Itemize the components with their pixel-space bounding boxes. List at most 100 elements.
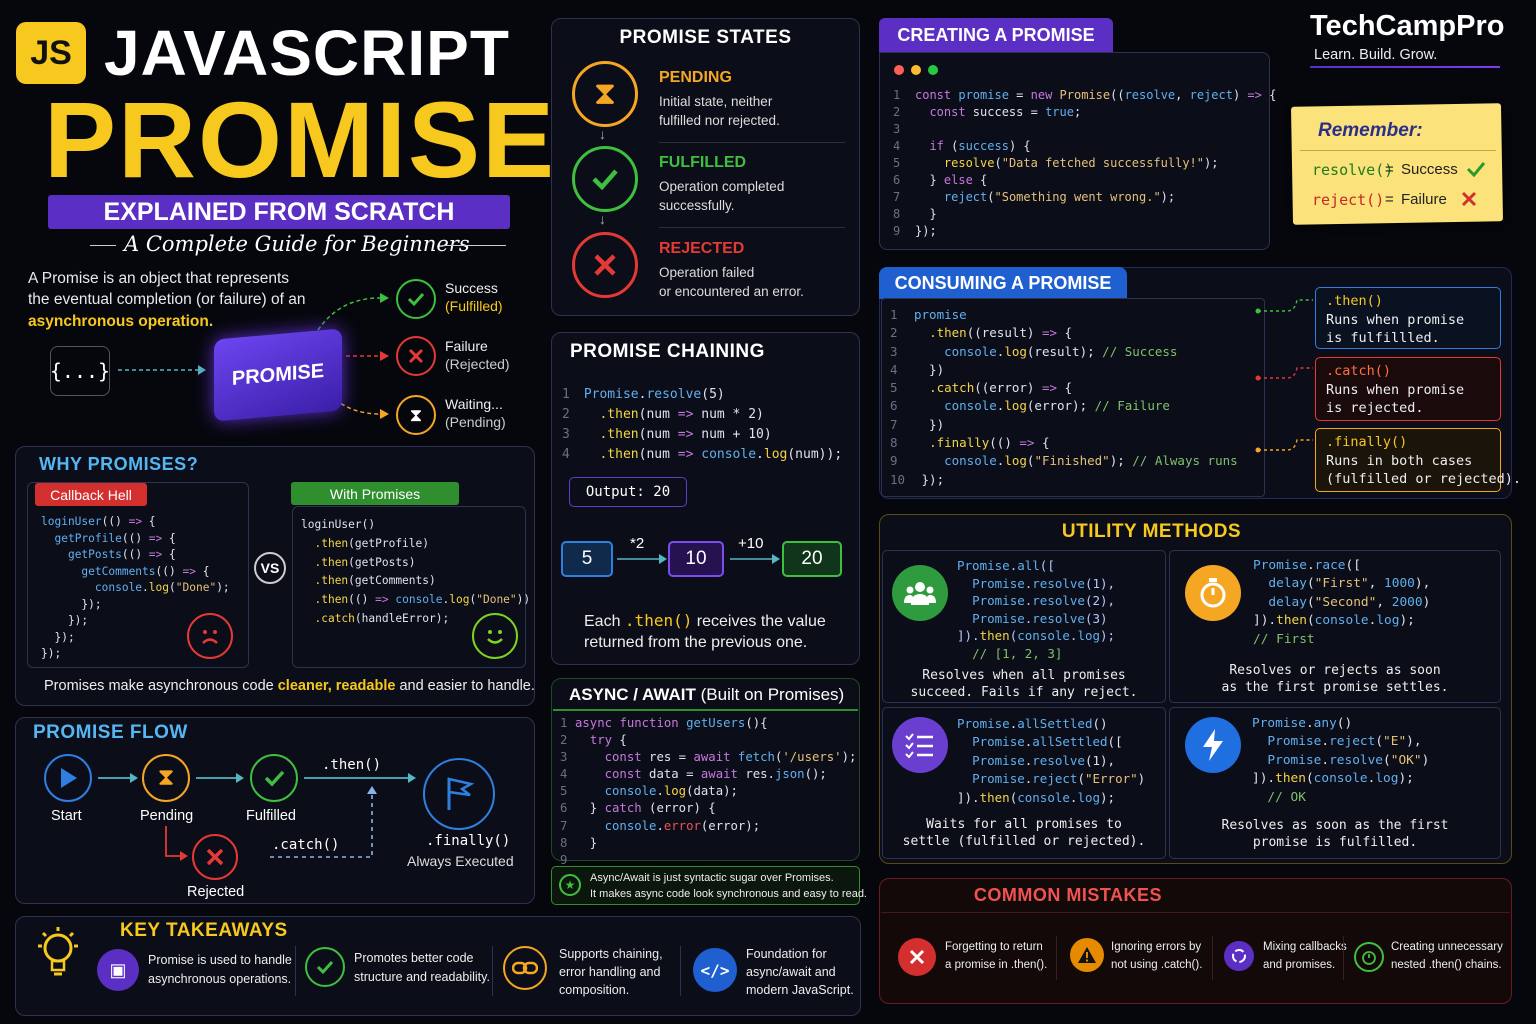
outcome-success: Success	[445, 280, 498, 296]
creating-title: CREATING A PROMISE	[879, 18, 1113, 52]
divider	[680, 946, 681, 996]
util-allsettled-desc2: settle (fulfilled or rejected).	[902, 834, 1146, 849]
callback-hell-label: Callback Hell	[35, 483, 147, 506]
timer-icon	[1354, 942, 1384, 972]
util-any-desc2: promise is fulfilled.	[1252, 835, 1418, 850]
takeaway-3-l3: composition.	[559, 983, 630, 997]
promise-cube-icon: ▣	[97, 949, 139, 991]
state-pending-name: PENDING	[659, 69, 732, 86]
check-circle-icon	[305, 947, 345, 987]
util-all-code: Promise.all([ Promise.resolve(1), Promis…	[957, 558, 1116, 661]
chaining-note-2: returned from the previous one.	[584, 634, 808, 651]
takeaway-3-l2: error handling and	[559, 965, 661, 979]
chaining-note-code: .then()	[624, 611, 693, 630]
state-fulfilled-desc2: successfully.	[659, 198, 735, 213]
takeaway-4-l3: modern JavaScript.	[746, 983, 854, 997]
remember-eq-2: =	[1385, 191, 1394, 208]
sync-cycle-icon	[1224, 941, 1254, 971]
lightbulb-icon	[34, 924, 82, 989]
brand-underline	[1310, 66, 1500, 68]
mistake-1-l2: a promise in .then().	[945, 959, 1048, 971]
arrow-right-icon	[617, 554, 667, 564]
callout-catch-name: .catch()	[1326, 363, 1392, 379]
remember-reject: reject()	[1312, 191, 1385, 209]
chain-value-3: 20	[782, 541, 842, 577]
callout-then-name: .then()	[1326, 293, 1383, 309]
failure-icon	[396, 336, 436, 376]
remember-title: Remember:	[1318, 120, 1423, 141]
fulfilled-state-icon	[572, 146, 638, 212]
arrow-right-icon	[730, 554, 780, 564]
divider	[1056, 936, 1057, 980]
takeaway-2-l2: structure and readability.	[354, 970, 490, 984]
flow-arrows	[98, 773, 416, 861]
mistake-3-l1: Mixing callbacks	[1263, 941, 1347, 953]
why-footer-a: Promises make asynchronous code	[44, 678, 278, 694]
mistake-2-l2: not using .catch().	[1111, 959, 1203, 971]
window-dot-red	[894, 65, 904, 75]
mistake-1-l1: Forgetting to return	[945, 941, 1043, 953]
cross-icon	[1461, 191, 1477, 207]
chaining-note-1: Each .then() receives the value	[584, 611, 826, 631]
util-allsettled-code: Promise.allSettled() Promise.allSettled(…	[957, 716, 1146, 805]
mistake-3-l2: and promises.	[1263, 959, 1336, 971]
stopwatch-icon	[1185, 565, 1241, 621]
chain-op-1: *2	[630, 535, 645, 552]
hourglass-icon: ⧗	[396, 395, 436, 435]
state-pending-desc2: fulfilled nor rejected.	[659, 113, 780, 128]
outcome-failure: Failure	[445, 338, 488, 354]
state-fulfilled-desc1: Operation completed	[659, 179, 785, 194]
rejected-state-icon	[572, 232, 638, 298]
check-icon	[1466, 162, 1486, 178]
state-rejected-desc2: or encountered an error.	[659, 284, 804, 299]
arrow-down-icon: ↓	[599, 211, 606, 227]
pending-state-icon: ⧗	[572, 61, 638, 127]
remember-resolve: resolve()	[1312, 161, 1394, 179]
with-promises-code: loginUser() .then(getProfile) .then(getP…	[301, 518, 531, 625]
chain-value-1: 5	[561, 541, 613, 577]
utility-title: UTILITY METHODS	[1061, 521, 1242, 542]
mistakes-title: COMMON MISTAKES	[973, 885, 1163, 905]
happy-face-icon	[472, 613, 518, 659]
takeaway-4-l2: async/await and	[746, 965, 836, 979]
chain-link-icon	[503, 946, 547, 990]
util-race-desc2: as the first promise settles.	[1221, 680, 1449, 695]
async-title-underline	[553, 709, 858, 711]
callout-connectors	[1255, 299, 1313, 453]
divider	[492, 946, 493, 996]
remember-rule	[1300, 150, 1496, 151]
callout-catch-d2: is rejected.	[1326, 400, 1424, 416]
brand-tagline: Learn. Build. Grow.	[1314, 47, 1438, 63]
util-any-code: Promise.any() Promise.reject("E"), Promi…	[1252, 716, 1430, 805]
callout-finally-d2: (fulfilled or rejected).	[1326, 471, 1522, 487]
chain-value-2: 10	[668, 541, 724, 577]
divider	[1343, 936, 1344, 980]
star-icon: ★	[559, 874, 581, 896]
takeaways-title: KEY TAKEAWAYS	[120, 920, 288, 941]
chaining-note-b: receives the value	[692, 613, 826, 630]
callout-catch-d1: Runs when promise	[1326, 382, 1465, 398]
brand-name: TechCampPro	[1310, 10, 1505, 42]
chaining-code: 1 Promise.resolve(5) 2 .then(num => num …	[562, 387, 843, 462]
mistake-2-l1: Ignoring errors by	[1111, 941, 1202, 953]
async-code: 1 async function getUsers(){ 2 try { 3 co…	[560, 716, 857, 867]
why-footer: Promises make asynchronous code cleaner,…	[44, 678, 535, 694]
util-all-desc2: succeed. Fails if any reject.	[910, 685, 1138, 700]
vs-badge: VS	[254, 552, 286, 584]
util-race-desc1: Resolves or rejects as soon	[1229, 663, 1441, 678]
callout-then-d1: Runs when promise	[1326, 312, 1465, 328]
output-box: Output: 20	[569, 477, 687, 507]
success-icon	[396, 279, 436, 319]
util-race-code: Promise.race([ delay("First", 1000), del…	[1253, 558, 1431, 647]
state-rejected-name: REJECTED	[659, 240, 745, 257]
takeaway-2-l1: Promotes better code	[354, 951, 474, 965]
chaining-note-a: Each	[584, 613, 625, 630]
remember-failure: Failure	[1401, 191, 1447, 208]
mistakes-title-underline	[881, 912, 1510, 913]
async-title: ASYNC / AWAIT (Built on Promises)	[569, 685, 844, 705]
checklist-icon	[892, 717, 948, 773]
remember-eq-1: =	[1385, 161, 1394, 178]
outcome-success-state: (Fulfilled)	[445, 298, 503, 314]
error-x-icon	[898, 938, 936, 976]
takeaway-1-l2: asynchronous operations.	[148, 972, 292, 986]
